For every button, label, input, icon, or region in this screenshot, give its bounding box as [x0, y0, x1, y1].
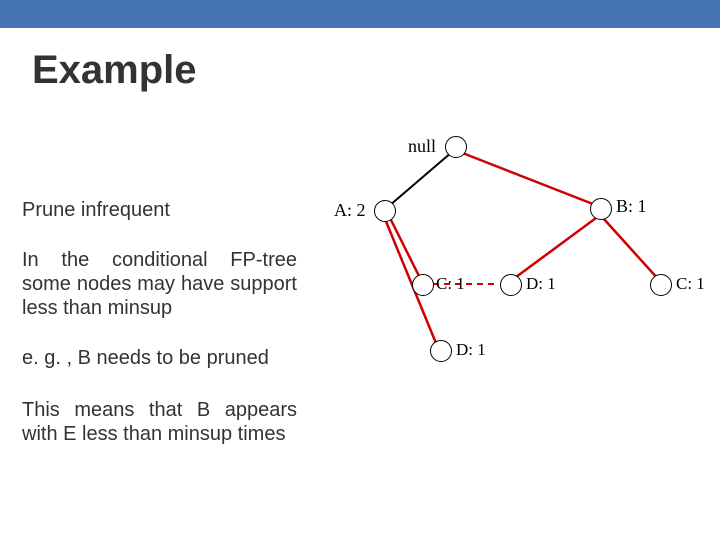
node-c2: [650, 274, 672, 296]
text-conditional: In the conditional FP-tree some nodes ma…: [22, 248, 297, 320]
label-c2: C: 1: [676, 274, 705, 294]
node-a: [374, 200, 396, 222]
fp-tree-diagram: null A: 2 B: 1 C: 1 D: 1 C: 1 D: 1: [320, 130, 710, 390]
text-means: This means that B appears with E less th…: [22, 398, 297, 446]
node-b: [590, 198, 612, 220]
node-d1-bottom: [430, 340, 452, 362]
slide-top-bar: [0, 0, 720, 28]
text-example: e. g. , B needs to be pruned: [22, 346, 312, 370]
text-prune: Prune infrequent: [22, 198, 297, 222]
label-c1: C: 1: [436, 274, 465, 294]
slide-title: Example: [32, 48, 197, 93]
label-null: null: [408, 136, 436, 157]
tree-edges: [320, 130, 710, 390]
node-d1-top: [500, 274, 522, 296]
label-b: B: 1: [616, 196, 647, 217]
label-d1-top: D: 1: [526, 274, 556, 294]
label-a: A: 2: [334, 200, 366, 221]
node-null: [445, 136, 467, 158]
label-d1-bottom: D: 1: [456, 340, 486, 360]
node-c1: [412, 274, 434, 296]
